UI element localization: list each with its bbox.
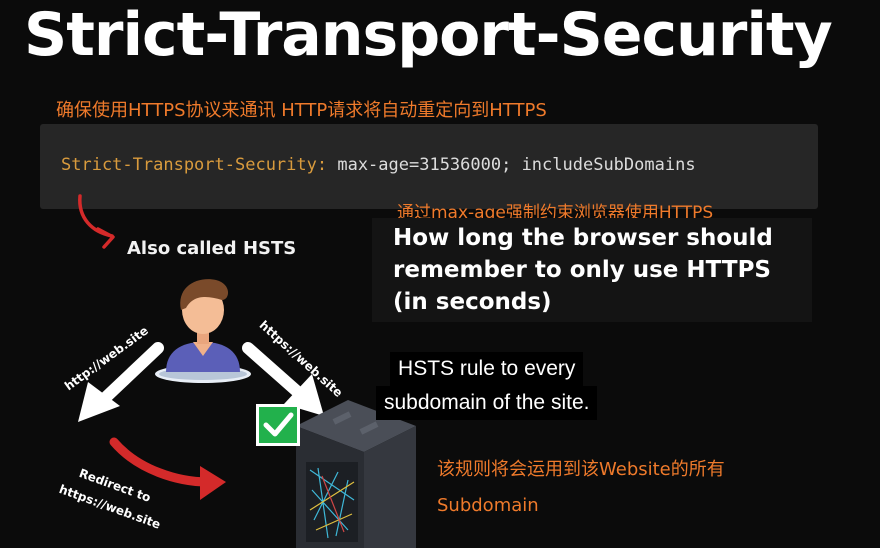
slide: Strict-Transport-Security 确保使用HTTPS协议来通讯… — [0, 0, 880, 548]
caption-line-2: subdomain of the site. — [376, 386, 598, 420]
server-rack-icon — [296, 400, 416, 548]
user-avatar-icon — [155, 279, 251, 383]
annotation-subdomain-line-1: 该规则将会运用到该Website的所有 — [437, 459, 725, 480]
checkmark-icon — [256, 404, 300, 446]
annotation-subdomain: 该规则将会运用到该Website的所有 Subdomain — [437, 452, 797, 524]
subtitle-caption: HSTS rule to every subdomain of the site… — [376, 352, 598, 420]
arrow-icon — [78, 342, 164, 422]
caption-line-1: HSTS rule to every — [390, 352, 584, 386]
annotation-subdomain-line-2: Subdomain — [437, 495, 539, 516]
